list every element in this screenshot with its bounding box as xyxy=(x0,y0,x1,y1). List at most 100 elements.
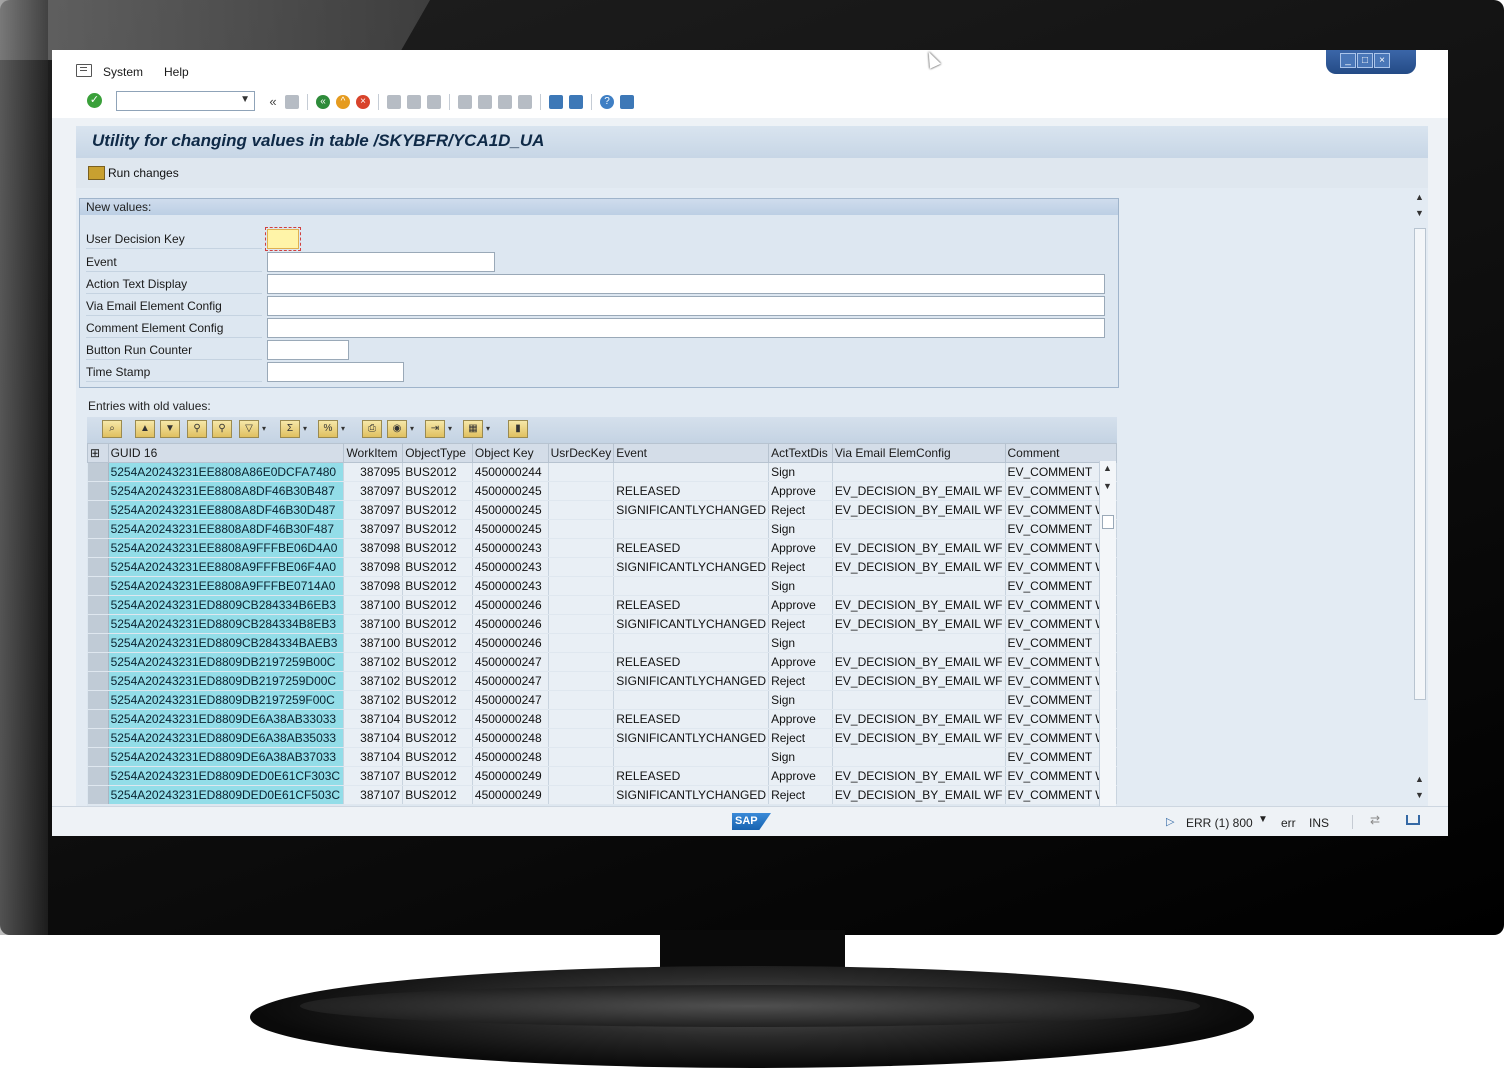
table-cell[interactable]: 4500000245 xyxy=(472,500,549,520)
table-cell[interactable]: SIGNIFICANTLYCHANGED xyxy=(613,614,770,634)
total-icon[interactable]: Σ xyxy=(280,420,307,438)
previous-page-icon[interactable] xyxy=(478,95,492,109)
table-cell[interactable]: RELEASED xyxy=(613,709,770,729)
action-text-display-input[interactable] xyxy=(267,274,1105,294)
table-cell[interactable]: BUS2012 xyxy=(402,538,473,558)
table-cell[interactable] xyxy=(832,747,1006,767)
table-cell[interactable]: 387100 xyxy=(343,595,404,615)
table-cell[interactable] xyxy=(548,785,615,805)
table-cell[interactable]: Approve xyxy=(768,481,833,501)
table-cell[interactable]: 387098 xyxy=(343,576,404,596)
table-cell[interactable]: 4500000244 xyxy=(472,462,549,482)
cancel-icon[interactable]: × xyxy=(356,95,370,109)
table-row[interactable]: 5254A20243231ED8809DE6A38AB35033 387104 BU… xyxy=(87,728,1117,748)
row-selector[interactable] xyxy=(87,576,109,596)
layout-icon[interactable]: ▦ xyxy=(463,420,490,438)
table-cell[interactable]: BUS2012 xyxy=(402,747,473,767)
table-cell[interactable]: 5254A20243231EE8808A8DF46B30B487 xyxy=(108,481,345,501)
table-cell[interactable]: 4500000246 xyxy=(472,595,549,615)
table-cell[interactable]: Reject xyxy=(768,728,833,748)
table-cell[interactable]: 387100 xyxy=(343,633,404,653)
column-header[interactable]: WorkItem xyxy=(343,443,404,463)
time-stamp-input[interactable] xyxy=(267,362,404,382)
table-cell[interactable]: BUS2012 xyxy=(402,595,473,615)
minimize-icon[interactable]: _ xyxy=(1340,53,1356,68)
table-row[interactable]: 5254A20243231ED8809CB284334B6EB3 387100 BU… xyxy=(87,595,1117,615)
table-cell[interactable] xyxy=(613,576,770,596)
table-cell[interactable]: EV_DECISION_BY_EMAIL WF xyxy=(832,785,1006,805)
scroll-down-icon[interactable]: ▼ xyxy=(1103,481,1112,491)
sort-ascending-icon[interactable]: ▲ xyxy=(135,420,155,438)
table-cell[interactable]: BUS2012 xyxy=(402,785,473,805)
find-icon[interactable] xyxy=(407,95,421,109)
table-cell[interactable]: 387107 xyxy=(343,785,404,805)
row-selector[interactable] xyxy=(87,633,109,653)
table-cell[interactable]: 4500000247 xyxy=(472,690,549,710)
table-cell[interactable]: 4500000248 xyxy=(472,728,549,748)
views-icon[interactable]: ◉ xyxy=(387,420,414,438)
table-cell[interactable]: BUS2012 xyxy=(402,500,473,520)
table-cell[interactable]: BUS2012 xyxy=(402,690,473,710)
row-selector[interactable] xyxy=(87,519,109,539)
table-cell[interactable] xyxy=(548,747,615,767)
table-cell[interactable] xyxy=(548,766,615,786)
table-cell[interactable] xyxy=(832,462,1006,482)
chevron-down-icon[interactable]: ▼ xyxy=(240,94,250,105)
column-header[interactable]: ActTextDis xyxy=(768,443,833,463)
table-cell[interactable]: 387097 xyxy=(343,519,404,539)
find-next-icon[interactable]: ⚲ xyxy=(212,420,232,438)
table-cell[interactable]: RELEASED xyxy=(613,538,770,558)
table-cell[interactable]: 5254A20243231ED8809DED0E61CF303C xyxy=(108,766,345,786)
menu-icon[interactable] xyxy=(76,64,92,77)
filter-icon[interactable]: ▽ xyxy=(239,420,266,438)
row-selector[interactable] xyxy=(87,709,109,729)
table-cell[interactable]: 387104 xyxy=(343,728,404,748)
table-cell[interactable] xyxy=(548,595,615,615)
table-cell[interactable]: 387102 xyxy=(343,690,404,710)
table-cell[interactable]: Approve xyxy=(768,709,833,729)
row-selector[interactable] xyxy=(87,538,109,558)
event-input[interactable] xyxy=(267,252,495,272)
lock-icon[interactable] xyxy=(1406,815,1420,825)
comment-element-config-input[interactable] xyxy=(267,318,1105,338)
row-selector[interactable] xyxy=(87,462,109,482)
table-cell[interactable]: 387102 xyxy=(343,652,404,672)
table-row[interactable]: 5254A20243231ED8809DED0E61CF303C 387107 BU… xyxy=(87,766,1117,786)
close-icon[interactable]: × xyxy=(1374,53,1390,68)
user-decision-key-input[interactable] xyxy=(265,227,301,251)
scroll-down-icon[interactable]: ▼ xyxy=(1415,790,1424,800)
scroll-up-icon[interactable]: ▲ xyxy=(1415,192,1424,202)
scroll-up-icon[interactable]: ▲ xyxy=(1103,463,1112,473)
menu-help[interactable]: Help xyxy=(164,65,189,79)
table-cell[interactable] xyxy=(548,576,615,596)
row-selector[interactable] xyxy=(87,728,109,748)
transfer-icon[interactable]: ⇄ xyxy=(1370,813,1380,827)
table-cell[interactable] xyxy=(548,709,615,729)
table-cell[interactable]: 5254A20243231EE8808A9FFFBE06D4A0 xyxy=(108,538,345,558)
table-cell[interactable]: EV_DECISION_BY_EMAIL WF xyxy=(832,500,1006,520)
table-row[interactable]: 5254A20243231ED8809DB2197259B00C 387102 BU… xyxy=(87,652,1117,672)
scroll-thumb[interactable] xyxy=(1102,515,1114,529)
table-cell[interactable]: 5254A20243231EE8808A8DF46B30D487 xyxy=(108,500,345,520)
subtotal-icon[interactable]: % xyxy=(318,420,345,438)
table-row[interactable]: 5254A20243231EE8808A8DF46B30F487 387097 BU… xyxy=(87,519,1117,539)
row-selector[interactable] xyxy=(87,766,109,786)
table-cell[interactable]: BUS2012 xyxy=(402,709,473,729)
customize-layout-icon[interactable] xyxy=(620,95,634,109)
table-cell[interactable]: 4500000243 xyxy=(472,576,549,596)
table-cell[interactable]: BUS2012 xyxy=(402,728,473,748)
find-icon[interactable]: ⚲ xyxy=(187,420,207,438)
table-cell[interactable]: 5254A20243231ED8809CB284334BAEB3 xyxy=(108,633,345,653)
table-cell[interactable]: 5254A20243231ED8809DB2197259B00C xyxy=(108,652,345,672)
collapse-icon[interactable]: « xyxy=(267,95,279,109)
run-changes-button[interactable]: Run changes xyxy=(88,166,179,180)
table-cell[interactable] xyxy=(832,690,1006,710)
table-cell[interactable] xyxy=(548,728,615,748)
table-cell[interactable]: 5254A20243231EE8808A9FFFBE06F4A0 xyxy=(108,557,345,577)
table-cell[interactable]: Reject xyxy=(768,557,833,577)
table-cell[interactable] xyxy=(832,633,1006,653)
table-cell[interactable]: 387102 xyxy=(343,671,404,691)
table-cell[interactable]: SIGNIFICANTLYCHANGED xyxy=(613,500,770,520)
row-selector[interactable] xyxy=(87,652,109,672)
table-cell[interactable] xyxy=(548,538,615,558)
